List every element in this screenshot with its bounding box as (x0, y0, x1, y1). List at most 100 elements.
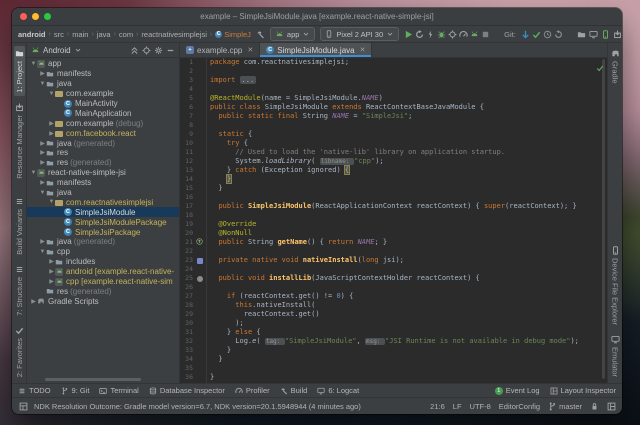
tool-window-tab-layout-inspector[interactable]: Layout Inspector (550, 386, 616, 395)
tree-item-cpp[interactable]: ▼ cpp (27, 247, 179, 257)
tool-window-tab-terminal[interactable]: Terminal (99, 386, 139, 395)
tool-window-button-emulator[interactable]: Emulator (610, 332, 621, 380)
editor-tab-simplejsimodule-java[interactable]: C SimpleJsiModule.java ✕ (260, 43, 373, 57)
tool-window-button-1-project[interactable]: 1: Project (13, 46, 25, 96)
tree-item-mainactivity[interactable]: C MainActivity (27, 99, 179, 109)
tree-item-com-facebook-react[interactable]: ▶ com.facebook.react (27, 128, 179, 138)
line-ending[interactable]: LF (453, 402, 462, 411)
tree-item-simplejsimodulepackage[interactable]: C SimpleJsiModulePackage (27, 217, 179, 227)
tree-item-app[interactable]: ▼ app (27, 59, 179, 69)
expand-arrow-icon[interactable]: ▶ (39, 140, 46, 147)
tool-window-tab-profiler[interactable]: Profiler (235, 386, 270, 395)
settings-button[interactable] (154, 46, 163, 55)
tree-item-simplejsimodule[interactable]: C SimpleJsiModule (27, 207, 179, 218)
override-gutter-icon[interactable] (195, 237, 204, 248)
collapse-arrow-icon[interactable]: ▼ (30, 61, 37, 67)
tree-item-gradle-scripts[interactable]: ▶ Gradle Scripts (27, 296, 179, 306)
tool-window-button-build-variants[interactable]: Build Variants (14, 194, 25, 258)
attach-debugger-button[interactable] (448, 30, 457, 39)
tree-item-java[interactable]: ▶ java (generated) (27, 237, 179, 247)
expand-arrow-icon[interactable]: ▶ (39, 149, 46, 156)
debug-button[interactable] (437, 30, 446, 39)
breadcrumb-item[interactable]: src (54, 30, 64, 39)
breadcrumb-item[interactable]: reactnativesimplejsi (141, 30, 206, 39)
device-select[interactable]: Pixel 2 API 30 (320, 27, 400, 41)
editorconfig-indicator[interactable]: EditorConfig (499, 402, 540, 411)
collapse-arrow-icon[interactable]: ▼ (30, 170, 37, 176)
device-monitor-button[interactable] (589, 30, 598, 39)
tool-window-button-2-favorites[interactable]: 2: Favorites (14, 323, 25, 380)
collapse-arrow-icon[interactable]: ▼ (48, 199, 55, 205)
tool-window-tab-build[interactable]: Build (280, 386, 307, 395)
tree-item-manifests[interactable]: ▶ manifests (27, 69, 179, 79)
tree-item-simplejsipackage[interactable]: C SimpleJsiPackage (27, 227, 179, 237)
expand-arrow-icon[interactable]: ▶ (39, 159, 46, 166)
git-commit-button[interactable] (532, 30, 541, 39)
breadcrumb-item[interactable]: java (97, 30, 111, 39)
title-bar[interactable]: example – SimpleJsiModule.java [example.… (12, 8, 622, 26)
tool-window-tab-event-log[interactable]: 1 Event Log (494, 386, 540, 395)
tree-item-res[interactable]: ▶ res (27, 148, 179, 158)
expand-arrow-icon[interactable]: ▶ (48, 258, 55, 265)
build-hammer-icon[interactable] (256, 28, 265, 40)
tool-window-tab-9-git[interactable]: 9: Git (61, 386, 89, 395)
hide-panel-button[interactable] (166, 46, 175, 55)
project-view-select[interactable]: Android (43, 46, 71, 55)
tree-item-manifests[interactable]: ▶ manifests (27, 178, 179, 188)
editor-tab-example-cpp[interactable]: + example.cpp ✕ (180, 43, 261, 57)
close-tab-icon[interactable]: ✕ (360, 46, 366, 54)
tool-window-button-device-file-explorer[interactable]: Device File Explorer (610, 243, 621, 328)
bound-gutter-icon[interactable] (195, 275, 204, 282)
tool-window-tab-database-inspector[interactable]: Database Inspector (149, 386, 225, 395)
record-button[interactable] (470, 30, 479, 39)
expand-arrow-icon[interactable]: ▶ (48, 278, 55, 285)
build-hammer-icon[interactable] (256, 30, 265, 39)
tool-window-switcher-icon[interactable] (19, 402, 28, 411)
expand-arrow-icon[interactable]: ▶ (39, 238, 46, 245)
tree-item-includes[interactable]: ▶ includes (27, 257, 179, 267)
tree-item-com-example[interactable]: ▼ com.example (27, 89, 179, 99)
git-update-button[interactable] (521, 30, 530, 39)
native-gutter-icon[interactable] (195, 257, 204, 264)
file-encoding[interactable]: UTF-8 (470, 402, 491, 411)
git-rollback-button[interactable] (554, 29, 563, 39)
expand-arrow-icon[interactable]: ▶ (48, 130, 55, 137)
collapse-arrow-icon[interactable]: ▼ (48, 91, 55, 97)
stop-button[interactable] (481, 30, 490, 39)
profiler-button[interactable] (459, 30, 468, 39)
expand-arrow-icon[interactable]: ▶ (48, 268, 55, 275)
collapse-all-button[interactable] (130, 46, 139, 55)
code-editor[interactable]: 1 2 3 4 5 6 7 8 9 10 11 12 13 14 15 16 17 18 19 20 21 22 23 24 2… (180, 58, 607, 383)
apply-changes-button[interactable] (415, 29, 424, 39)
tool-window-tab-todo[interactable]: TODO (18, 386, 51, 395)
reader-mode-icon[interactable] (607, 402, 616, 411)
tool-window-button-7-structure[interactable]: 7: Structure (14, 262, 25, 319)
tree-item-cpp-example-react-native-sim[interactable]: ▶ cpp [example.react-native-sim (27, 277, 179, 287)
tree-item-java[interactable]: ▼ java (27, 188, 179, 198)
run-button[interactable] (404, 30, 413, 39)
lock-icon[interactable] (590, 402, 599, 411)
tree-item-com-reactnativesimplejsi[interactable]: ▼ com.reactnativesimplejsi (27, 197, 179, 207)
breadcrumb-item[interactable]: main (72, 30, 88, 39)
sdk-manager-button[interactable] (613, 30, 622, 39)
breadcrumb-item[interactable]: android (18, 30, 46, 39)
tree-item-res[interactable]: res (generated) (27, 286, 179, 296)
tree-item-android-example-react-native-[interactable]: ▶ android [example.react-native- (27, 267, 179, 277)
tool-window-tab-6-logcat[interactable]: 6: Logcat (317, 386, 359, 395)
expand-arrow-icon[interactable]: ▶ (30, 298, 37, 305)
collapse-arrow-icon[interactable]: ▼ (39, 249, 46, 255)
cursor-position[interactable]: 21:6 (430, 402, 445, 411)
tree-item-com-example[interactable]: ▶ com.example (debug) (27, 118, 179, 128)
expand-arrow-icon[interactable]: ▶ (48, 120, 55, 127)
project-horizontal-scrollbar[interactable] (45, 378, 141, 381)
sync-gradle-button[interactable] (577, 30, 586, 39)
reader-mode-icon[interactable] (607, 402, 616, 411)
git-branch-widget[interactable]: master (548, 402, 582, 411)
locate-file-button[interactable] (142, 46, 151, 55)
avd-manager-button[interactable] (601, 29, 610, 39)
tree-item-java[interactable]: ▼ java (27, 79, 179, 89)
breadcrumb-class-item[interactable]: C SimpleJ (215, 30, 251, 39)
lock-icon[interactable] (590, 402, 599, 411)
tree-item-res[interactable]: ▶ res (generated) (27, 158, 179, 168)
run-configuration-select[interactable]: app (269, 27, 316, 41)
